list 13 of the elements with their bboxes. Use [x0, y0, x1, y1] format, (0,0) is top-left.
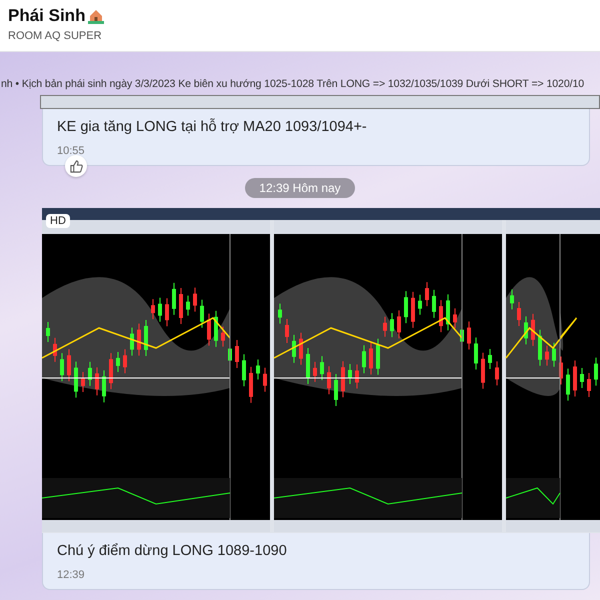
message-text: KE gia tăng LONG tại hỗ trợ MA20 1093/1094+- — [57, 119, 368, 135]
message-text: Chú ý điểm dừng LONG 1089-1090 — [57, 543, 288, 559]
chart-screenshot-drawing[interactable] — [42, 208, 600, 533]
hd-badge: HD — [46, 214, 70, 228]
message-time: 10:55 — [57, 145, 86, 157]
chat-title: Phái Sinh — [8, 6, 86, 26]
chat-subtitle: ROOM AQ SUPER — [8, 30, 103, 42]
date-separator: 12:39 Hôm nay — [245, 178, 355, 198]
house-icon — [88, 8, 104, 24]
like-button[interactable] — [65, 155, 87, 177]
thumbs-up-icon — [70, 160, 82, 172]
pinned-message[interactable]: nh • Kịch bản phái sinh ngày 3/3/2023 Ke biên xu hướng 1025-1028 Trên LONG => 1032/1035/1039 Dưới SHORT => 1020/10 — [1, 78, 584, 90]
message-time: 12:39 — [57, 569, 86, 581]
